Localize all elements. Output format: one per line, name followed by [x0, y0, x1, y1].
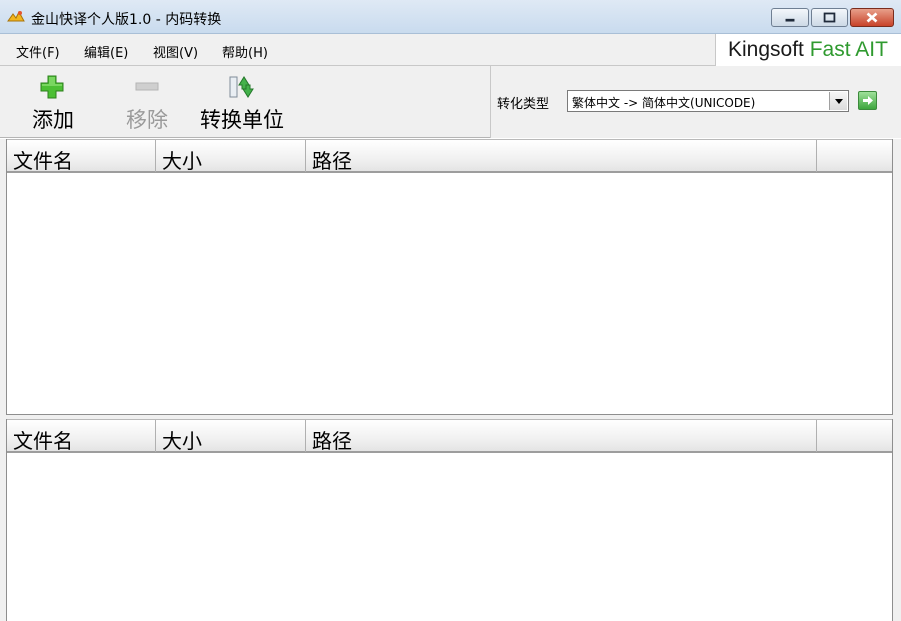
convert-arrows-icon [229, 76, 254, 98]
close-icon [866, 12, 878, 23]
column-label: 大小 [162, 429, 202, 453]
result-list-body[interactable] [7, 453, 892, 621]
menu-help[interactable]: 帮助(H) [222, 42, 268, 61]
chevron-down-icon [835, 99, 843, 104]
column-label: 大小 [162, 149, 202, 173]
column-label: 文件名 [13, 149, 73, 173]
column-label: 文件名 [13, 429, 73, 453]
source-col-filler [817, 140, 892, 172]
go-button[interactable] [858, 91, 877, 110]
title-bar: 金山快译个人版1.0 - 内码转换 [0, 0, 901, 34]
brand-accent: Fast AIT [809, 38, 888, 61]
conversion-panel: 转化类型 繁体中文 -> 简体中文(UNICODE) [490, 66, 901, 138]
maximize-button[interactable] [811, 8, 848, 27]
conversion-type-label: 转化类型 [497, 97, 550, 112]
convert-unit-label: 转换单位 [200, 108, 284, 132]
menu-bar: 文件(F) 编辑(E) 视图(V) 帮助(H) Kingsoft Fast AI… [0, 34, 901, 66]
frame-right [893, 139, 901, 621]
brand-logo: Kingsoft Fast AIT [715, 34, 901, 66]
close-button[interactable] [850, 8, 894, 27]
result-col-filler [817, 420, 892, 452]
menu-view[interactable]: 视图(V) [153, 42, 198, 61]
source-col-size[interactable]: 大小 [156, 140, 306, 173]
source-list-body[interactable] [7, 173, 892, 414]
result-list-header: 文件名 大小 路径 [7, 419, 892, 453]
convert-unit-button[interactable]: 转换单位 [194, 66, 290, 138]
source-col-filename[interactable]: 文件名 [7, 140, 156, 173]
result-col-path[interactable]: 路径 [306, 420, 817, 453]
dropdown-arrow[interactable] [829, 92, 847, 110]
minimize-icon [785, 18, 795, 22]
maximize-icon [823, 12, 836, 23]
brand-prefix: Kingsoft [728, 38, 810, 61]
remove-label: 移除 [126, 108, 168, 132]
conversion-type-select[interactable]: 繁体中文 -> 简体中文(UNICODE) [567, 90, 849, 112]
result-file-list[interactable]: 文件名 大小 路径 [6, 419, 893, 621]
window-title: 金山快译个人版1.0 - 内码转换 [31, 12, 222, 28]
result-col-filename[interactable]: 文件名 [7, 420, 156, 453]
conversion-type-value: 繁体中文 -> 简体中文(UNICODE) [572, 96, 756, 110]
add-button[interactable]: 添加 [22, 66, 84, 138]
result-col-size[interactable]: 大小 [156, 420, 306, 453]
remove-button[interactable]: 移除 [118, 66, 176, 138]
source-col-path[interactable]: 路径 [306, 140, 817, 173]
plus-icon [40, 75, 64, 99]
column-label: 路径 [312, 149, 352, 173]
source-file-list[interactable]: 文件名 大小 路径 [6, 139, 893, 415]
menu-edit[interactable]: 编辑(E) [84, 42, 128, 61]
app-logo-icon [7, 10, 25, 22]
source-list-header: 文件名 大小 路径 [7, 139, 892, 173]
add-label: 添加 [32, 108, 74, 132]
minimize-button[interactable] [771, 8, 809, 27]
go-arrow-icon [863, 96, 873, 105]
column-label: 路径 [312, 429, 352, 453]
menu-file[interactable]: 文件(F) [16, 42, 60, 61]
minus-icon [135, 82, 159, 91]
